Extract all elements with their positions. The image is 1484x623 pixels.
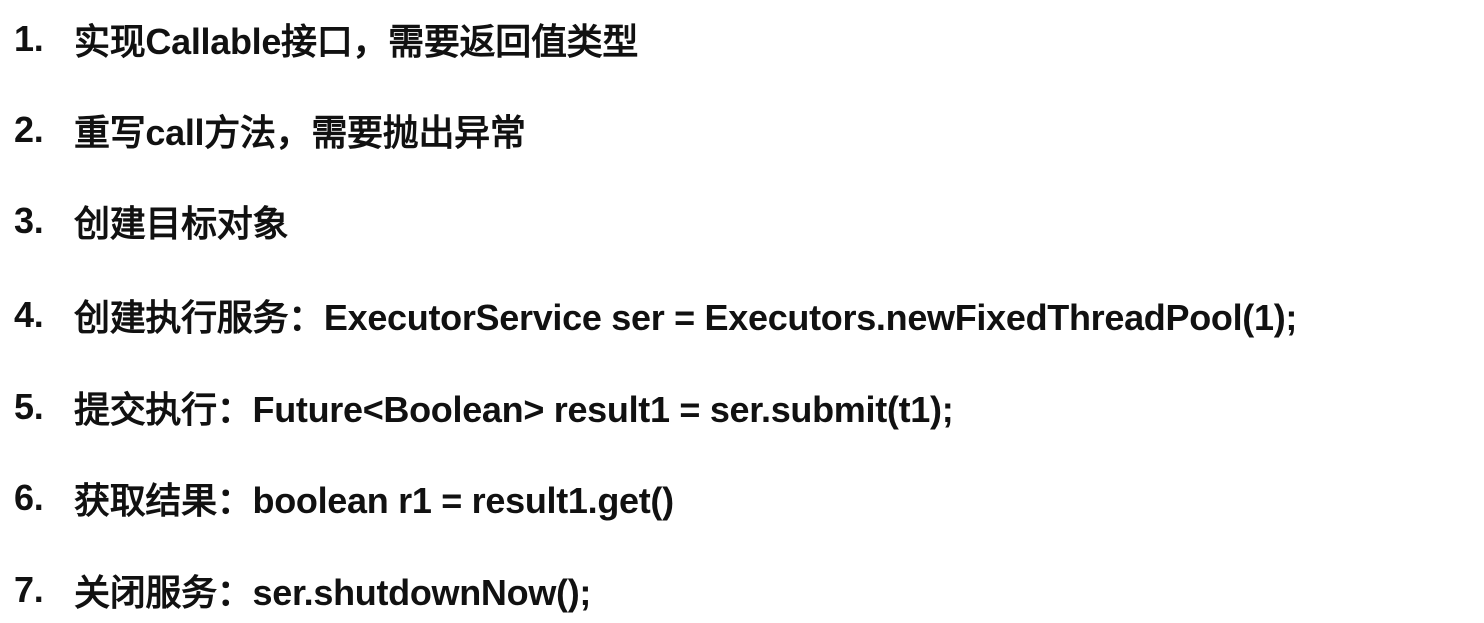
step-text: 实现Callable接口，需要返回值类型 (74, 21, 639, 62)
step-text: 创建目标对象 (74, 203, 289, 244)
step-6: 6. 获取结果：boolean r1 = result1.get() (14, 468, 674, 528)
step-2: 2. 重写call方法，需要抛出异常 (14, 100, 526, 160)
step-5: 5. 提交执行：Future<Boolean> result1 = ser.su… (14, 377, 954, 437)
step-number: 5. (14, 386, 44, 427)
step-text: 提交执行：Future<Boolean> result1 = ser.submi… (74, 389, 954, 430)
slide: 1. 实现Callable接口，需要返回值类型 2. 重写call方法，需要抛出… (0, 0, 1484, 623)
step-1: 1. 实现Callable接口，需要返回值类型 (14, 9, 638, 69)
step-number: 4. (14, 294, 44, 335)
step-3: 3. 创建目标对象 (14, 191, 289, 251)
step-number: 7. (14, 569, 44, 610)
step-text: 关闭服务：ser.shutdownNow(); (74, 572, 592, 613)
step-text: 重写call方法，需要抛出异常 (74, 112, 526, 153)
step-4: 4. 创建执行服务：ExecutorService ser = Executor… (14, 285, 1297, 345)
step-text: 创建执行服务：ExecutorService ser = Executors.n… (74, 297, 1298, 338)
step-text: 获取结果：boolean r1 = result1.get() (74, 480, 674, 521)
step-number: 3. (14, 200, 44, 241)
step-number: 2. (14, 109, 44, 150)
step-number: 6. (14, 477, 44, 518)
step-number: 1. (14, 18, 44, 59)
step-7: 7. 关闭服务：ser.shutdownNow(); (14, 560, 591, 620)
